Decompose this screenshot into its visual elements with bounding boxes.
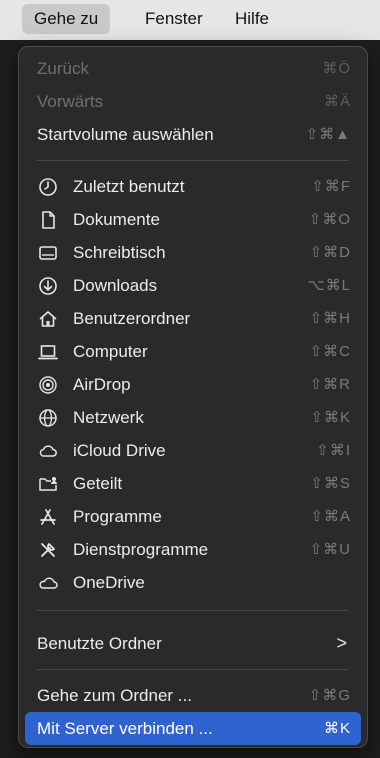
menu-item-label: Geteilt [73,474,123,493]
menu-item-label: Dienstprogramme [73,540,209,559]
menu-item-shortcut: ⌘Ä [323,93,351,110]
menu-item-connect-to-server[interactable]: Mit Server verbinden ... ⌘K [25,712,361,745]
menu-item-onedrive[interactable]: OneDrive [25,566,361,599]
shared-folder-icon [37,473,59,495]
menu-item-shortcut: ⇧⌘K [310,409,351,426]
menu-item-shortcut: ⇧⌘C [309,343,351,360]
clock-icon [37,176,59,198]
menu-item-shared[interactable]: Geteilt ⇧⌘S [25,467,361,500]
go-menu-dropdown: Zurück ⌘Ö Vorwärts ⌘Ä Startvolume auswäh… [18,46,368,748]
menu-item-startup-volume[interactable]: Startvolume auswählen ⇧⌘▲ [25,118,361,151]
menu-item-applications[interactable]: Programme ⇧⌘A [25,500,361,533]
menubar-item-fenster[interactable]: Fenster [133,4,215,34]
document-icon [37,209,59,231]
menu-item-label: Benutzerordner [73,309,191,328]
menu-item-shortcut: ⇧⌘H [309,310,351,327]
menu-item-shortcut: ⌘K [323,720,351,737]
menu-item-label: Programme [73,507,162,526]
menu-item-shortcut: ⇧⌘S [310,475,351,492]
menu-separator [37,160,349,161]
menu-item-network[interactable]: Netzwerk ⇧⌘K [25,401,361,434]
menu-item-airdrop[interactable]: AirDrop ⇧⌘R [25,368,361,401]
menu-item-recents[interactable]: Zuletzt benutzt ⇧⌘F [25,170,361,203]
utilities-icon [37,539,59,561]
menu-item-label: AirDrop [73,375,131,394]
download-icon [37,275,59,297]
menu-item-shortcut: ⇧⌘U [309,541,351,558]
menu-item-shortcut: ⌘Ö [322,60,351,77]
home-icon [37,308,59,330]
menu-item-computer[interactable]: Computer ⇧⌘C [25,335,361,368]
applications-icon [37,506,59,528]
menu-item-shortcut: ⇧⌘G [308,687,351,704]
menu-item-label: iCloud Drive [73,441,166,460]
desktop-icon [37,242,59,264]
menu-item-home[interactable]: Benutzerordner ⇧⌘H [25,302,361,335]
menu-item-label: Vorwärts [37,92,104,111]
menu-item-documents[interactable]: Dokumente ⇧⌘O [25,203,361,236]
menubar-item-gehe-zu[interactable]: Gehe zu [22,4,111,34]
chevron-right-icon: > [336,633,347,653]
menu-item-go-to-folder[interactable]: Gehe zum Ordner ... ⇧⌘G [25,679,361,712]
onedrive-cloud-icon [37,572,59,594]
computer-icon [37,341,59,363]
menu-separator [37,669,349,670]
menu-item-shortcut: ⇧⌘I [316,442,351,459]
menu-item-label: Computer [73,342,148,361]
cloud-icon [37,440,59,462]
menu-item-label: Downloads [73,276,158,295]
menubar-item-hilfe[interactable]: Hilfe [223,4,281,34]
menu-item-downloads[interactable]: Downloads ⌥⌘L [25,269,361,302]
menu-item-shortcut: ⇧⌘R [309,376,351,393]
airdrop-icon [37,374,59,396]
menu-item-shortcut: ⇧⌘O [308,211,351,228]
menu-item-label: Benutzte Ordner [37,634,162,653]
menu-item-utilities[interactable]: Dienstprogramme ⇧⌘U [25,533,361,566]
network-icon [37,407,59,429]
menu-item-label: Dokumente [73,210,160,229]
menu-item-forward[interactable]: Vorwärts ⌘Ä [25,85,361,118]
menu-item-back[interactable]: Zurück ⌘Ö [25,52,361,85]
menu-item-shortcut: ⌥⌘L [307,277,351,294]
menu-bar: Gehe zu Fenster Hilfe [0,0,380,40]
menu-item-recent-folders[interactable]: Benutzte Ordner > [25,627,361,660]
menu-item-label: Netzwerk [73,408,144,427]
menu-item-label: Startvolume auswählen [37,125,214,144]
menu-item-label: Zurück [37,59,89,78]
menu-item-label: Zuletzt benutzt [73,177,185,196]
menu-separator [37,610,349,611]
menu-item-label: Gehe zum Ordner ... [37,686,192,705]
menu-item-shortcut: ⇧⌘A [310,508,351,525]
menu-item-desktop[interactable]: Schreibtisch ⇧⌘D [25,236,361,269]
menu-item-icloud-drive[interactable]: iCloud Drive ⇧⌘I [25,434,361,467]
menu-item-shortcut: ⇧⌘F [311,178,351,195]
menu-item-label: OneDrive [73,573,145,592]
menu-item-label: Mit Server verbinden ... [37,719,213,738]
menu-item-shortcut: ⇧⌘D [309,244,351,261]
menu-item-shortcut: ⇧⌘▲ [305,126,351,143]
menu-item-label: Schreibtisch [73,243,166,262]
